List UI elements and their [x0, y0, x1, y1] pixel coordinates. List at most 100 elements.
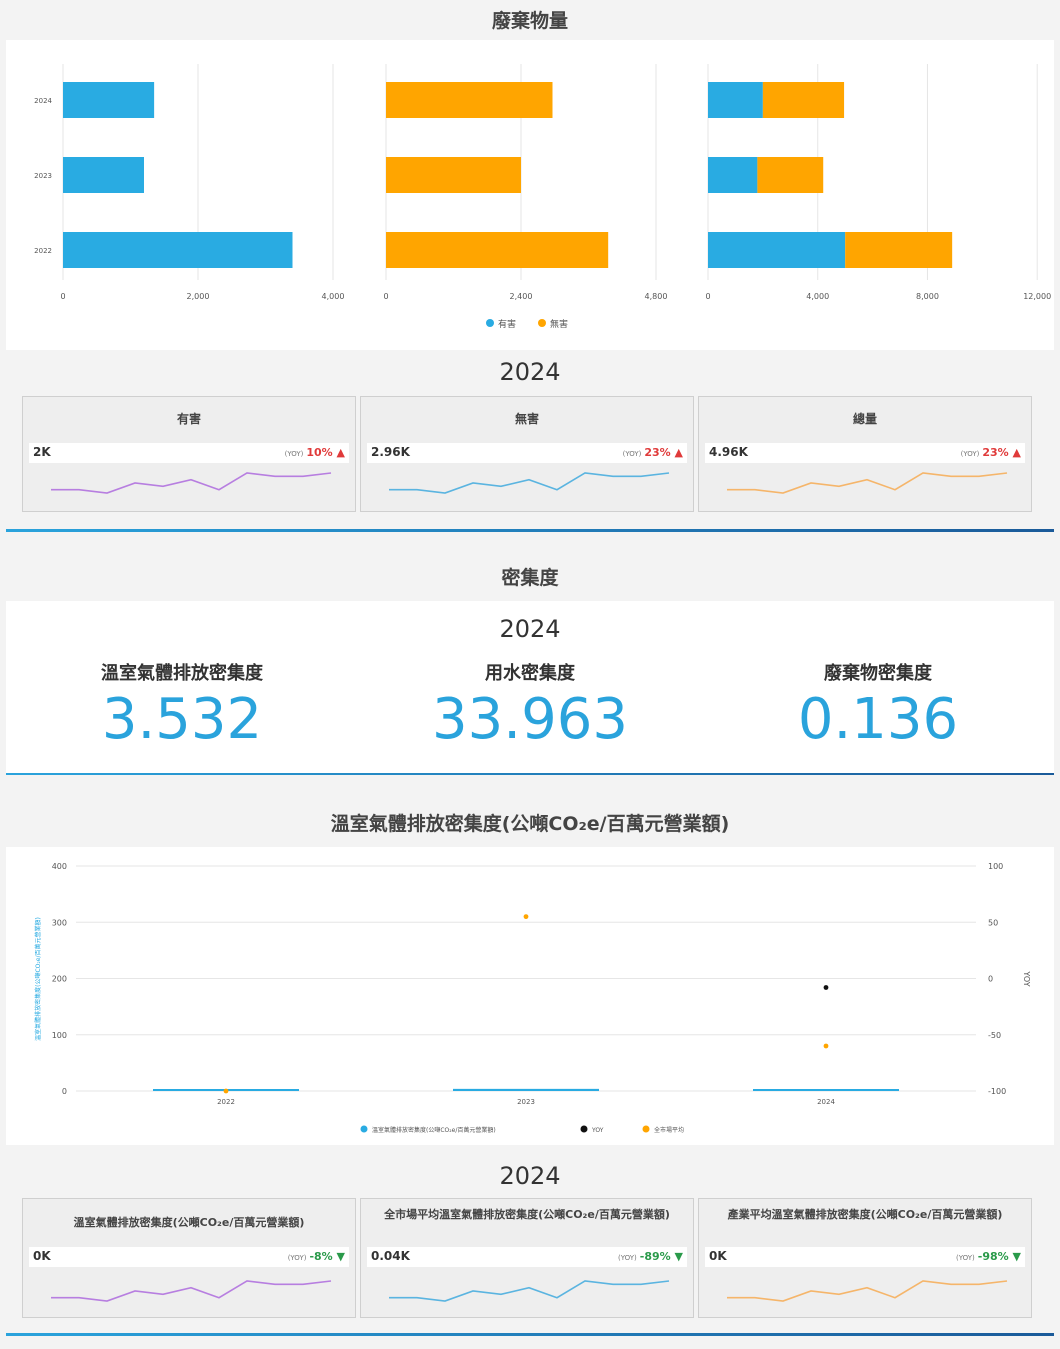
- x-tick-label: 2022: [217, 1098, 235, 1106]
- kpi-title: 無害: [514, 412, 539, 426]
- kpi-card-hazardous[interactable]: 有害 2K (YOY) 10% ▲: [22, 396, 356, 512]
- legend-marker: [642, 1125, 650, 1133]
- kpi-title: 產業平均溫室氣體排放密集度(公噸CO₂e/百萬元營業額): [727, 1208, 1003, 1221]
- legend-label: YOY: [591, 1127, 604, 1134]
- section-divider: [6, 1333, 1054, 1336]
- y-tick-label: 300: [52, 918, 67, 927]
- x-tick-label: 4,000: [806, 292, 829, 301]
- sparkline: [51, 472, 332, 494]
- bar-有害: [63, 157, 144, 193]
- y-tick-label: 2022: [34, 247, 52, 255]
- bar-有害: [63, 82, 155, 118]
- x-tick-label: 4,000: [322, 292, 345, 301]
- legend-label: 無害: [550, 318, 568, 330]
- waste-year: 2024: [499, 358, 561, 386]
- kpi-card-ghg-intensity[interactable]: 溫室氣體排放密集度(公噸CO₂e/百萬元營業額) 0K (YOY) -8% ▼: [22, 1198, 356, 1318]
- yoy-label: (YOY): [956, 1254, 975, 1262]
- legend-label: 溫室氣體排放密集度(公噸CO₂e/百萬元營業額): [372, 1126, 496, 1134]
- kpi-card-nonhazardous[interactable]: 無害 2.96K (YOY) 23% ▲: [360, 396, 694, 512]
- bar-有害: [708, 232, 846, 268]
- ghg-year: 2024: [499, 1162, 561, 1190]
- x-tick-label: 2,400: [510, 292, 533, 301]
- bar-有害: [708, 157, 758, 193]
- legend-label: 有害: [498, 318, 516, 330]
- ghg-chart-panel: 0 100 200 300 400 -100 -50 0 50 100 溫室氣體排放密集度(公噸CO…: [6, 847, 1054, 1145]
- y-tick-label: 100: [52, 1031, 67, 1040]
- yoy-label: (YOY): [960, 450, 980, 458]
- legend-marker: [538, 319, 546, 327]
- point-全市場平均: [523, 914, 529, 920]
- section-divider: [6, 529, 1054, 532]
- y-axis-title: 溫室氣體排放密集度(公噸CO₂e/百萬元營業額): [34, 917, 42, 1041]
- x-tick-label: 2023: [517, 1098, 535, 1106]
- kpi-value: 0.04K: [371, 1249, 410, 1263]
- y2-tick-label: 100: [988, 862, 1003, 871]
- kpi-card-industry-avg[interactable]: 產業平均溫室氣體排放密集度(公噸CO₂e/百萬元營業額) 0K (YOY) -98…: [698, 1198, 1032, 1318]
- yoy-value: -8%: [309, 1250, 333, 1263]
- y2-tick-label: -100: [988, 1087, 1006, 1096]
- sparkline-path: [389, 1280, 670, 1302]
- kpi-title: 溫室氣體排放密集度(公噸CO₂e/百萬元營業額): [73, 1216, 305, 1229]
- y2-tick-label: 50: [988, 918, 998, 927]
- sparkline: [51, 1280, 332, 1302]
- kpi-card-market-avg[interactable]: 全市場平均溫室氣體排放密集度(公噸CO₂e/百萬元營業額) 0.04K (YOY…: [360, 1198, 694, 1318]
- bar-有害: [63, 232, 293, 268]
- x-tick-label: 0: [705, 292, 710, 301]
- kpi-title: 有害: [176, 412, 201, 426]
- sparkline-path: [389, 472, 670, 494]
- sparkline-path: [727, 1280, 1008, 1302]
- legend-marker: [580, 1125, 588, 1133]
- bar-無害: [762, 82, 845, 118]
- y-tick-label: 200: [52, 975, 67, 984]
- intensity-label-waste: 廢棄物密集度: [824, 663, 932, 684]
- yoy-label: (YOY): [284, 450, 304, 458]
- waste-bar-charts: 0 2,000 4,000 2024 2023 2022 0 2,400 4,800 0 4,000…: [34, 64, 1051, 330]
- bar-無害: [757, 157, 824, 193]
- yoy-label: (YOY): [618, 1254, 637, 1262]
- arrow-up-icon: ▲: [1008, 446, 1021, 459]
- arrow-down-icon: ▼: [1008, 1250, 1021, 1263]
- x-tick-label: 2,000: [187, 292, 210, 301]
- point-YOY: [823, 985, 829, 990]
- yoy-value: 10%: [306, 446, 333, 459]
- bar-無害: [386, 157, 521, 193]
- ghg-combo-chart: 0 100 200 300 400 -100 -50 0 50 100 溫室氣體排放密集度(公噸CO…: [34, 862, 1031, 1134]
- sparkline-path: [51, 1280, 332, 1302]
- kpi-value: 2K: [33, 445, 51, 459]
- section-divider: [6, 773, 1054, 775]
- x-tick-label: 12,000: [1023, 292, 1051, 301]
- sparkline-path: [51, 472, 332, 494]
- kpi-value: 2.96K: [371, 445, 410, 459]
- bar-ghg-intensity: [453, 1088, 599, 1091]
- ghg-section-title: 溫室氣體排放密集度(公噸CO₂e/百萬元營業額): [330, 813, 730, 835]
- y2-axis-title: YOY: [1022, 970, 1031, 986]
- kpi-value: 4.96K: [709, 445, 748, 459]
- y-tick-label: 0: [62, 1087, 67, 1096]
- point-全市場平均: [223, 1088, 229, 1094]
- intensity-value-water: 33.963: [432, 687, 628, 752]
- sparkline: [727, 1280, 1008, 1302]
- sparkline: [389, 472, 670, 494]
- kpi-title: 全市場平均溫室氣體排放密集度(公噸CO₂e/百萬元營業額): [384, 1208, 670, 1221]
- x-tick-label: 0: [60, 292, 65, 301]
- kpi-value: 0K: [33, 1249, 51, 1263]
- arrow-up-icon: ▲: [670, 446, 683, 459]
- x-tick-label: 2024: [817, 1098, 835, 1106]
- intensity-label-ghg: 溫室氣體排放密集度: [101, 663, 263, 684]
- kpi-value: 0K: [709, 1249, 727, 1263]
- bar-有害: [708, 82, 763, 118]
- yoy-value: -98%: [977, 1250, 1009, 1263]
- y2-tick-label: -50: [988, 1031, 1001, 1040]
- x-tick-label: 0: [383, 292, 388, 301]
- intensity-value-ghg: 3.532: [101, 687, 263, 752]
- bar-無害: [386, 232, 609, 268]
- yoy-label: (YOY): [287, 1254, 307, 1262]
- kpi-card-total[interactable]: 總量 4.96K (YOY) 23% ▲: [698, 396, 1032, 512]
- arrow-down-icon: ▼: [670, 1250, 683, 1263]
- x-tick-label: 4,800: [645, 292, 668, 301]
- bar-無害: [386, 82, 553, 118]
- waste-chart-panel: 0 2,000 4,000 2024 2023 2022 0 2,400 4,800 0 4,000…: [6, 40, 1054, 350]
- point-全市場平均: [823, 1043, 829, 1049]
- legend-label: 全市場平均: [654, 1126, 684, 1134]
- yoy-value: 23%: [982, 446, 1009, 459]
